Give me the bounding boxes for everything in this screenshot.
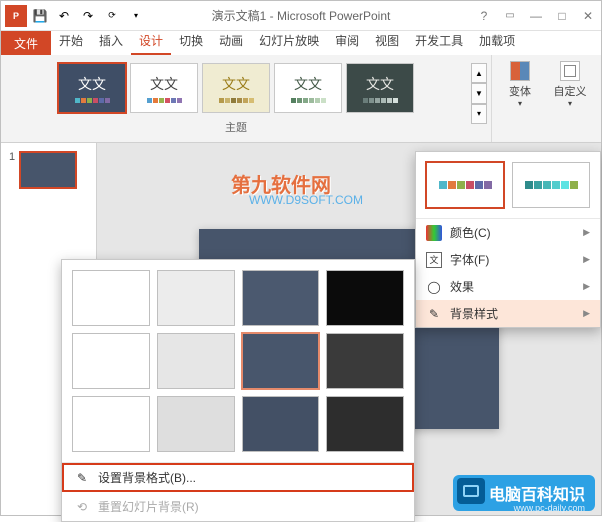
theme-thumb-2[interactable]: 文文 xyxy=(202,63,270,113)
redo-icon[interactable]: ↷ xyxy=(77,5,99,27)
chevron-down-icon: ▾ xyxy=(568,99,572,108)
format-bg-icon: ✎ xyxy=(74,470,90,486)
bg-style-8[interactable] xyxy=(72,396,150,452)
site-logo-overlay: 电脑百科知识 www.pc-daily.com xyxy=(453,475,595,511)
slide-mini-preview xyxy=(19,151,77,189)
ribbon-tab-8[interactable]: 开发工具 xyxy=(407,28,471,55)
gallery-nav: ▲ ▼ ▾ xyxy=(471,63,487,124)
gallery-more-icon[interactable]: ▾ xyxy=(471,104,487,124)
theme-thumb-3[interactable]: 文文 xyxy=(274,63,342,113)
chevron-right-icon: ▶ xyxy=(583,254,590,265)
help-icon[interactable]: ? xyxy=(471,1,497,31)
window-controls: ? ▭ — □ ✕ xyxy=(471,1,601,31)
quick-access-toolbar: P 💾 ↶ ↷ ⟳ ▾ xyxy=(1,5,151,27)
bg-style-0[interactable] xyxy=(72,270,150,326)
variant-option-1[interactable] xyxy=(426,162,504,208)
bg-style-3[interactable] xyxy=(326,270,404,326)
bg-style-4[interactable] xyxy=(72,333,150,389)
gallery-down-icon[interactable]: ▼ xyxy=(471,83,487,103)
reset-bg-label: 重置幻灯片背景(R) xyxy=(98,498,199,515)
ribbon-tab-7[interactable]: 视图 xyxy=(367,28,407,55)
customize-label: 自定义 xyxy=(554,83,587,99)
ribbon-tab-0[interactable]: 开始 xyxy=(51,28,91,55)
fonts-label: 字体(F) xyxy=(450,251,489,268)
fonts-icon: 文 xyxy=(426,252,442,268)
window-title: 演示文稿1 - Microsoft PowerPoint xyxy=(212,7,391,24)
ribbon-tab-6[interactable]: 审阅 xyxy=(327,28,367,55)
ribbon-tab-1[interactable]: 插入 xyxy=(91,28,131,55)
bg-style-6[interactable] xyxy=(242,333,320,389)
bg-style-10[interactable] xyxy=(242,396,320,452)
repeat-icon[interactable]: ⟳ xyxy=(101,5,123,27)
ribbon-tab-3[interactable]: 切换 xyxy=(171,28,211,55)
bg-style-7[interactable] xyxy=(326,333,404,389)
background-styles-flyout: ✎ 设置背景格式(B)... ⟲ 重置幻灯片背景(R) xyxy=(61,259,415,522)
chevron-right-icon: ▶ xyxy=(583,281,590,292)
variants-group: 变体 ▾ 自定义 ▾ xyxy=(491,55,601,142)
site-logo-url: www.pc-daily.com xyxy=(514,503,585,513)
bg-style-9[interactable] xyxy=(157,396,235,452)
colors-menu-item[interactable]: 颜色(C) ▶ xyxy=(416,219,600,246)
theme-thumb-1[interactable]: 文文 xyxy=(130,63,198,113)
variants-icon xyxy=(510,61,530,81)
effects-label: 效果 xyxy=(450,278,474,295)
powerpoint-icon: P xyxy=(5,5,27,27)
effects-icon: ◯ xyxy=(426,279,442,295)
bg-style-2[interactable] xyxy=(242,270,320,326)
chevron-right-icon: ▶ xyxy=(583,227,590,238)
format-bg-label: 设置背景格式(B)... xyxy=(98,469,196,486)
bg-styles-label: 背景样式 xyxy=(450,305,498,322)
colors-label: 颜色(C) xyxy=(450,224,491,241)
ribbon-tab-2[interactable]: 设计 xyxy=(131,28,171,55)
bg-styles-icon: ✎ xyxy=(426,306,442,322)
chevron-down-icon: ▾ xyxy=(518,99,522,108)
background-menu: ✎ 设置背景格式(B)... ⟲ 重置幻灯片背景(R) xyxy=(62,462,414,521)
themes-group-label: 主题 xyxy=(225,119,247,135)
gallery-up-icon[interactable]: ▲ xyxy=(471,63,487,83)
file-tab[interactable]: 文件 xyxy=(1,31,51,55)
reset-bg-icon: ⟲ xyxy=(74,499,90,515)
customize-button[interactable]: 自定义 ▾ xyxy=(548,61,592,108)
fonts-menu-item[interactable]: 文 字体(F) ▶ xyxy=(416,246,600,273)
ribbon-tabs: 文件 开始插入设计切换动画幻灯片放映审阅视图开发工具加载项 xyxy=(1,31,601,55)
variant-option-2[interactable] xyxy=(512,162,590,208)
theme-thumb-0[interactable]: 文文 xyxy=(58,63,126,113)
slide-thumbnail[interactable]: 1 xyxy=(9,151,88,189)
reset-background-item: ⟲ 重置幻灯片背景(R) xyxy=(62,492,414,521)
variants-button[interactable]: 变体 ▾ xyxy=(498,61,542,108)
close-icon[interactable]: ✕ xyxy=(575,1,601,31)
ribbon-tab-9[interactable]: 加载项 xyxy=(471,28,523,55)
ribbon-options-icon[interactable]: ▭ xyxy=(497,1,523,31)
variant-swatch-row xyxy=(416,152,600,219)
chevron-right-icon: ▶ xyxy=(583,308,590,319)
themes-gallery: 文文文文文文文文文文 主题 xyxy=(1,55,471,142)
minimize-icon[interactable]: — xyxy=(523,1,549,31)
variants-popup: 颜色(C) ▶ 文 字体(F) ▶ ◯ 效果 ▶ ✎ 背景样式 ▶ xyxy=(415,151,601,328)
undo-icon[interactable]: ↶ xyxy=(53,5,75,27)
maximize-icon[interactable]: □ xyxy=(549,1,575,31)
customize-icon xyxy=(560,61,580,81)
qat-dropdown-icon[interactable]: ▾ xyxy=(125,5,147,27)
format-background-item[interactable]: ✎ 设置背景格式(B)... xyxy=(62,463,414,492)
title-bar: P 💾 ↶ ↷ ⟳ ▾ 演示文稿1 - Microsoft PowerPoint… xyxy=(1,1,601,31)
site-logo-text: 电脑百科知识 xyxy=(489,481,585,505)
bg-style-11[interactable] xyxy=(326,396,404,452)
ribbon-tab-4[interactable]: 动画 xyxy=(211,28,251,55)
save-icon[interactable]: 💾 xyxy=(29,5,51,27)
background-grid xyxy=(62,260,414,462)
bg-style-5[interactable] xyxy=(157,333,235,389)
bg-styles-menu-item[interactable]: ✎ 背景样式 ▶ xyxy=(416,300,600,327)
ribbon: 文文文文文文文文文文 主题 ▲ ▼ ▾ 变体 ▾ 自定义 ▾ xyxy=(1,55,601,143)
colors-icon xyxy=(426,225,442,241)
theme-thumb-4[interactable]: 文文 xyxy=(346,63,414,113)
monitor-icon xyxy=(457,478,485,504)
ribbon-tab-5[interactable]: 幻灯片放映 xyxy=(251,28,327,55)
slide-number: 1 xyxy=(9,151,15,189)
bg-style-1[interactable] xyxy=(157,270,235,326)
variants-label: 变体 xyxy=(509,83,531,99)
effects-menu-item[interactable]: ◯ 效果 ▶ xyxy=(416,273,600,300)
